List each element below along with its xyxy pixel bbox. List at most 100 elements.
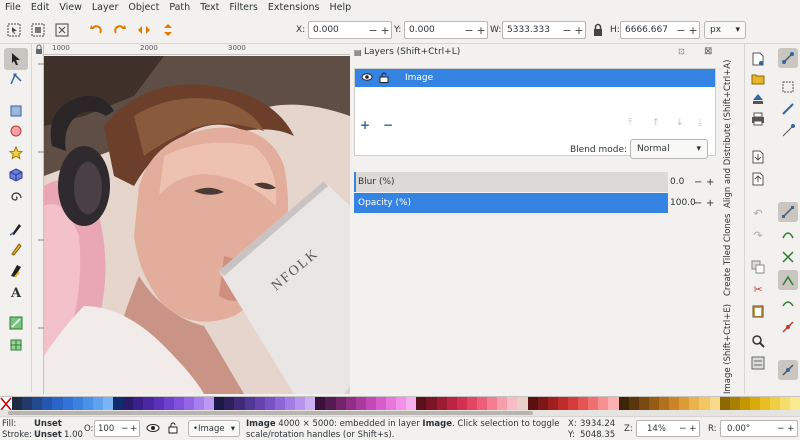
- rotation-field[interactable]: 0.00° − +: [720, 420, 798, 437]
- current-layer-select[interactable]: •Image ▾: [188, 420, 240, 437]
- plus-icon[interactable]: +: [787, 424, 797, 434]
- color-swatch[interactable]: [739, 397, 750, 411]
- no-paint-swatch-icon[interactable]: [0, 397, 12, 411]
- snap-smooth-icon[interactable]: [779, 294, 797, 312]
- minus-icon[interactable]: −: [463, 24, 475, 37]
- menu-extensions[interactable]: Extensions: [263, 0, 325, 16]
- color-swatch[interactable]: [638, 397, 649, 411]
- rotate-ccw-icon[interactable]: [88, 22, 104, 38]
- duplicate-icon[interactable]: [749, 258, 767, 276]
- import-icon[interactable]: [749, 148, 767, 166]
- portrait-image[interactable]: NFOLK: [44, 56, 350, 394]
- snap-toggle-icon[interactable]: [778, 48, 798, 68]
- minus-icon[interactable]: −: [694, 177, 702, 188]
- color-swatch[interactable]: [224, 397, 235, 411]
- rectangle-tool-icon[interactable]: [7, 102, 25, 120]
- menu-text[interactable]: Text: [195, 0, 224, 16]
- color-swatch[interactable]: [264, 397, 275, 411]
- panel-menu-icon[interactable]: ⊡: [678, 47, 685, 56]
- color-swatch[interactable]: [22, 397, 33, 411]
- color-swatch[interactable]: [163, 397, 174, 411]
- color-swatch[interactable]: [204, 397, 215, 411]
- snap-intersection-icon[interactable]: [779, 248, 797, 266]
- save-icon[interactable]: [749, 90, 767, 108]
- plus-icon[interactable]: +: [379, 24, 391, 37]
- color-swatch[interactable]: [547, 397, 558, 411]
- color-swatch[interactable]: [446, 397, 457, 411]
- color-swatch[interactable]: [345, 397, 356, 411]
- color-swatch[interactable]: [618, 397, 629, 411]
- color-swatch[interactable]: [588, 397, 599, 411]
- color-swatch[interactable]: [72, 397, 83, 411]
- color-swatch[interactable]: [183, 397, 194, 411]
- opacity-slider[interactable]: Opacity (%) 100.0 − +: [354, 193, 716, 213]
- palette-scroll-thumb[interactable]: [8, 411, 533, 415]
- color-swatch[interactable]: [315, 397, 326, 411]
- selector-tool-icon[interactable]: [4, 48, 28, 70]
- snap-bbox-icon[interactable]: [779, 78, 797, 96]
- canvas[interactable]: NFOLK: [44, 56, 350, 394]
- select-all-icon[interactable]: [6, 22, 22, 38]
- color-swatch[interactable]: [699, 397, 710, 411]
- color-swatch[interactable]: [305, 397, 316, 411]
- gradient-tool-icon[interactable]: [7, 314, 25, 332]
- unit-select[interactable]: px ▾: [704, 21, 746, 39]
- horizontal-ruler[interactable]: 1000 2000 3000: [44, 44, 350, 55]
- menu-filters[interactable]: Filters: [224, 0, 262, 16]
- ruler-lock-icon[interactable]: [34, 44, 44, 55]
- menu-view[interactable]: View: [54, 0, 87, 16]
- opacity-field[interactable]: 100 − +: [94, 420, 140, 437]
- color-swatch[interactable]: [760, 397, 771, 411]
- layer-lock-icon[interactable]: [168, 422, 178, 437]
- plus-icon[interactable]: +: [687, 24, 699, 37]
- color-swatch[interactable]: [426, 397, 437, 411]
- close-icon[interactable]: ⊠: [704, 46, 712, 57]
- color-swatch[interactable]: [396, 397, 407, 411]
- pencil-tool-icon[interactable]: [7, 240, 25, 258]
- minus-icon[interactable]: −: [367, 24, 379, 37]
- align-distribute-tab[interactable]: Align and Distribute (Shift+Ctrl+A): [723, 48, 737, 208]
- menu-file[interactable]: File: [0, 0, 26, 16]
- color-swatch[interactable]: [790, 397, 800, 411]
- color-swatch[interactable]: [466, 397, 478, 411]
- visibility-eye-icon[interactable]: [361, 72, 373, 85]
- color-swatch[interactable]: [770, 397, 781, 411]
- color-swatch[interactable]: [487, 397, 498, 411]
- color-swatch[interactable]: [477, 397, 488, 411]
- print-icon[interactable]: [749, 110, 767, 128]
- color-swatch[interactable]: [254, 397, 265, 411]
- tiled-clones-tab[interactable]: Create Tiled Clones: [723, 212, 737, 296]
- color-swatch[interactable]: [648, 397, 659, 411]
- stroke-value[interactable]: Unset: [34, 430, 62, 440]
- color-swatch[interactable]: [133, 397, 144, 411]
- minus-icon[interactable]: −: [679, 424, 689, 434]
- color-swatch[interactable]: [659, 397, 670, 411]
- minus-icon[interactable]: −: [561, 24, 573, 37]
- color-swatch[interactable]: [557, 397, 569, 411]
- color-swatch[interactable]: [517, 397, 528, 411]
- color-swatch[interactable]: [12, 397, 23, 411]
- stroke-width[interactable]: 1.00: [64, 430, 83, 440]
- plus-icon[interactable]: +: [130, 424, 139, 434]
- color-swatch[interactable]: [102, 397, 114, 411]
- snap-cusp-icon[interactable]: [778, 270, 798, 290]
- color-swatch[interactable]: [628, 397, 639, 411]
- color-swatch[interactable]: [598, 397, 609, 411]
- plus-icon[interactable]: +: [706, 198, 714, 209]
- snap-nodes-icon[interactable]: [778, 202, 798, 222]
- color-swatch[interactable]: [234, 397, 245, 411]
- color-swatch[interactable]: [507, 397, 518, 411]
- layer-unlocked-icon[interactable]: [379, 72, 389, 86]
- color-swatch[interactable]: [456, 397, 467, 411]
- color-swatch[interactable]: [62, 397, 73, 411]
- color-swatch[interactable]: [780, 397, 791, 411]
- color-swatch[interactable]: [537, 397, 548, 411]
- color-swatch[interactable]: [244, 397, 255, 411]
- color-swatch[interactable]: [568, 397, 579, 411]
- color-swatch[interactable]: [325, 397, 336, 411]
- color-swatch[interactable]: [295, 397, 306, 411]
- color-swatch[interactable]: [335, 397, 346, 411]
- color-swatch[interactable]: [153, 397, 164, 411]
- snap-midpoint-icon[interactable]: [779, 318, 797, 336]
- color-swatch[interactable]: [42, 397, 53, 411]
